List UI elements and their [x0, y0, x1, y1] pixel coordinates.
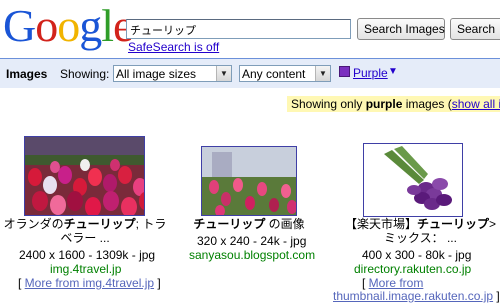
result-title-keyword: チューリップ: [193, 217, 266, 231]
notice-suffix: images (: [402, 97, 452, 111]
logo-letter: o: [35, 0, 58, 51]
result-title-part: の画像: [265, 217, 305, 231]
toolbar-title: Images: [6, 67, 48, 81]
color-swatch[interactable]: [339, 66, 350, 77]
result-domain-1: img.4travel.jp: [50, 262, 122, 276]
content-type-select[interactable]: Any content ▼: [239, 65, 331, 82]
show-all-link[interactable]: show all im: [452, 97, 500, 111]
result-thumbnail-2[interactable]: [201, 146, 297, 216]
result-size-2: 320 x 240 - 24k - jpg: [197, 234, 307, 248]
result-title-1[interactable]: オランダのチューリップ; トラ ベラー ...: [0, 217, 170, 245]
image-size-value: All image sizes: [116, 67, 197, 81]
search-web-button[interactable]: Search: [450, 18, 500, 40]
showing-label: Showing:: [60, 67, 110, 81]
result-title-part: ; トラ: [135, 217, 167, 231]
bracket: ]: [493, 289, 500, 303]
logo-letter: g: [79, 0, 102, 51]
more-from-3b: thumbnail.image.rakuten.co.jp ]: [333, 289, 500, 303]
chevron-down-icon: ▼: [315, 66, 330, 81]
logo-letter: G: [3, 0, 36, 51]
image-size-select[interactable]: All image sizes ▼: [113, 65, 232, 82]
bracket: ]: [154, 276, 161, 290]
bracket: [: [18, 276, 25, 290]
content-type-value: Any content: [242, 67, 306, 81]
result-title-part: ベラー ...: [60, 231, 110, 245]
bracket: [: [362, 276, 369, 290]
google-logo[interactable]: Google: [3, 0, 133, 51]
logo-letter: o: [57, 0, 80, 51]
more-from-link-3b[interactable]: thumbnail.image.rakuten.co.jp: [333, 289, 493, 303]
more-from-link-1[interactable]: More from img.4travel.jp: [25, 276, 154, 290]
chevron-down-icon: ▼: [216, 66, 231, 81]
more-from-3: [ More from: [362, 276, 423, 290]
result-size-1: 2400 x 1600 - 1309k - jpg: [19, 248, 156, 262]
result-title-keyword: チューリップ: [63, 217, 136, 231]
result-title-part: ミックス： ...: [384, 231, 457, 245]
notice-color: purple: [365, 97, 403, 111]
more-from-link-3a[interactable]: More from: [369, 276, 424, 290]
image-toolbar: Images Showing: All image sizes ▼ Any co…: [0, 58, 500, 88]
safesearch-link[interactable]: SafeSearch is off: [128, 40, 219, 54]
result-size-3: 400 x 300 - 80k - jpg: [362, 248, 472, 262]
result-title-part: >: [489, 217, 497, 231]
result-thumbnail-3[interactable]: [363, 143, 463, 217]
search-input[interactable]: チューリップ: [126, 19, 351, 39]
result-domain-3: directory.rakuten.co.jp: [354, 262, 472, 276]
search-images-button[interactable]: Search Images: [357, 18, 445, 40]
result-title-part: 【楽天市場】: [344, 217, 417, 231]
result-title-keyword: チューリップ: [416, 217, 489, 231]
notice-prefix: Showing only: [291, 97, 366, 111]
result-title-3[interactable]: 【楽天市場】チューリップ> ミックス： ...: [333, 217, 500, 245]
result-title-2[interactable]: チューリップ の画像: [164, 217, 334, 231]
more-from-1: [ More from img.4travel.jp ]: [18, 276, 161, 290]
result-thumbnail-1[interactable]: [24, 136, 145, 216]
result-domain-2: sanyasou.blogspot.com: [189, 248, 316, 262]
dropdown-arrow-icon[interactable]: ▼: [388, 66, 398, 77]
result-title-part: オランダの: [3, 217, 64, 231]
logo-letter: l: [101, 0, 114, 51]
color-filter-link[interactable]: Purple: [353, 66, 388, 80]
filter-notice: Showing only purple images (show all im: [287, 96, 500, 112]
